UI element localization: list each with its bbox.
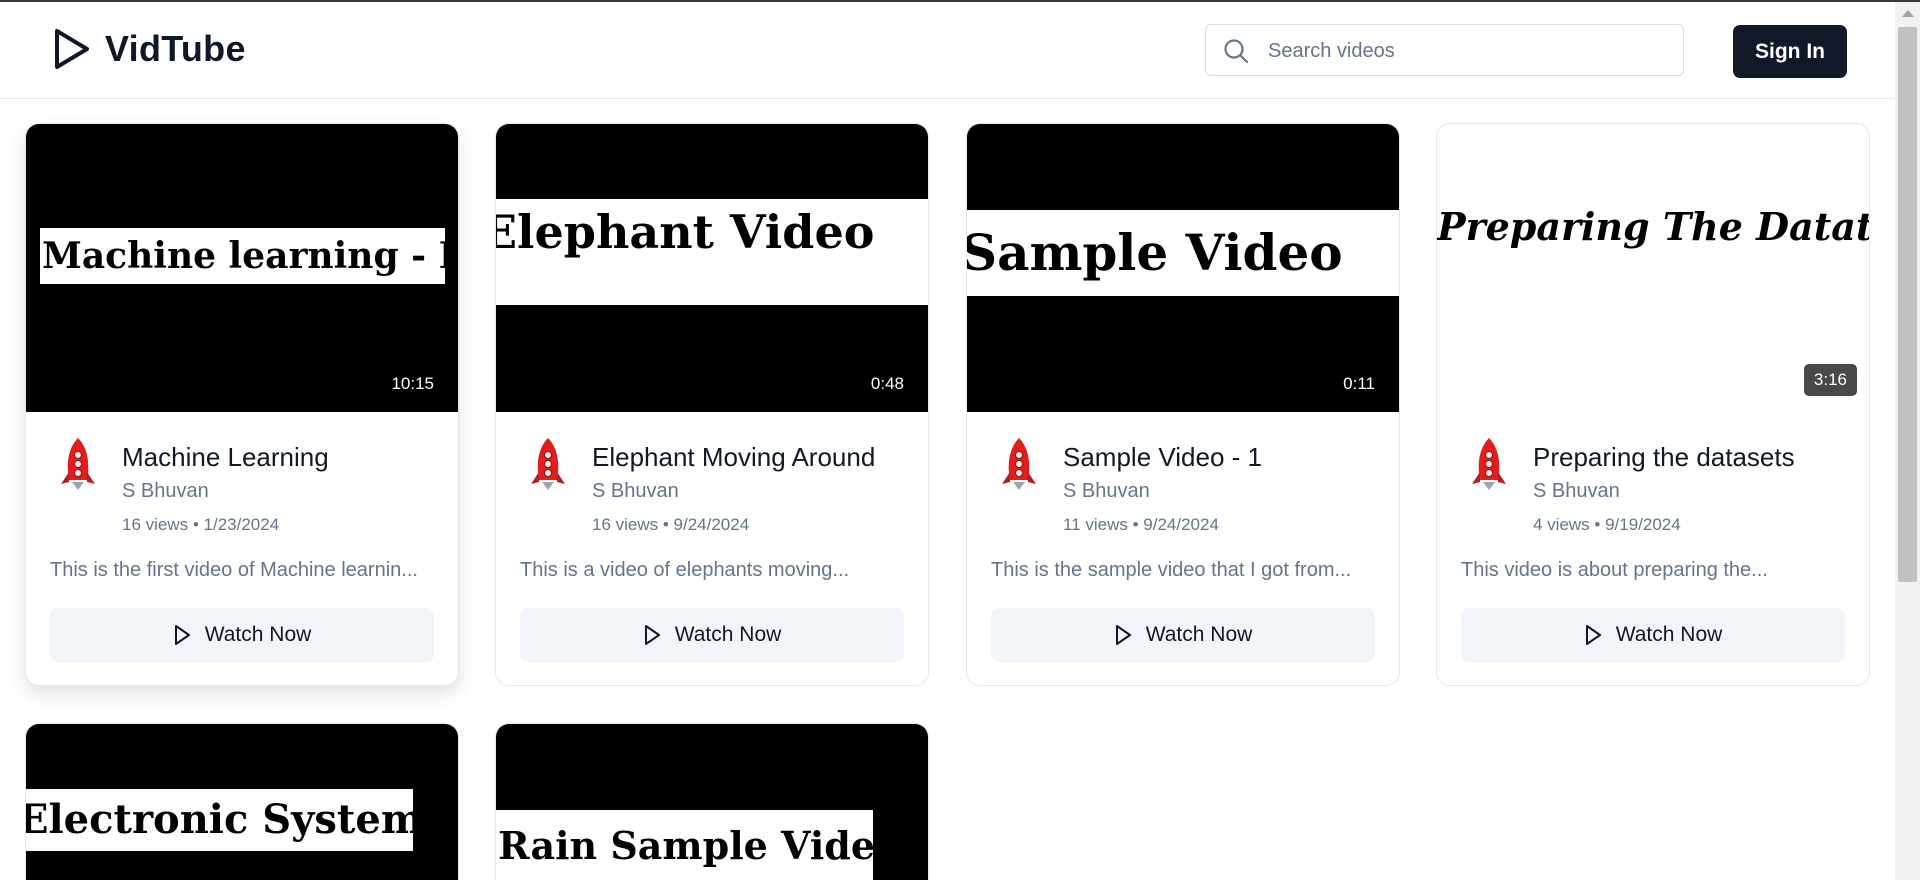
channel-name[interactable]: S Bhuvan — [1063, 480, 1150, 503]
video-description: This is the first video of Machine learn… — [50, 559, 418, 581]
rocket-avatar-icon — [61, 438, 95, 490]
rocket-avatar-icon — [1472, 438, 1506, 490]
play-icon — [644, 625, 660, 645]
video-meta: 11 views • 9/24/2024 — [1063, 515, 1219, 534]
video-card[interactable]: Preparing The Datatsets 3:16 Preparing t… — [1436, 123, 1870, 686]
channel-name[interactable]: S Bhuvan — [592, 480, 679, 503]
thumbnail-text: Machine learning - I — [40, 228, 445, 284]
video-title[interactable]: Preparing the datasets — [1533, 442, 1795, 473]
video-card[interactable]: Rain Sample Video — [495, 723, 929, 880]
play-icon — [1115, 625, 1131, 645]
scroll-up-arrow-icon[interactable] — [1902, 10, 1914, 17]
duration-badge: 0:11 — [1343, 374, 1375, 393]
watch-now-button[interactable]: Watch Now — [1461, 608, 1845, 662]
video-thumbnail[interactable]: Sample Video 0:11 — [967, 124, 1399, 412]
thumbnail-text: Rain Sample Video — [496, 810, 873, 880]
channel-name[interactable]: S Bhuvan — [122, 480, 209, 503]
duration-badge: 0:48 — [870, 374, 904, 393]
watch-now-label: Watch Now — [204, 623, 312, 646]
watch-now-label: Watch Now — [1145, 623, 1253, 646]
video-thumbnail[interactable]: Electronic System — [26, 724, 458, 880]
thumbnail-text: Preparing The Datatsets — [1437, 204, 1869, 249]
scroll-thumb[interactable] — [1898, 27, 1917, 582]
play-icon — [55, 29, 89, 69]
thumbnail-text: Sample Video — [967, 210, 1399, 296]
video-thumbnail[interactable]: Preparing The Datatsets 3:16 — [1437, 124, 1869, 412]
video-description: This video is about preparing the... — [1461, 559, 1768, 581]
thumbnail-text: Electronic System — [26, 789, 413, 851]
video-description: This is a video of elephants moving... — [520, 559, 850, 581]
scrollbar[interactable] — [1895, 2, 1920, 880]
duration-badge: 10:15 — [391, 374, 434, 393]
video-meta: 16 views • 1/23/2024 — [122, 515, 280, 534]
play-icon — [1585, 625, 1601, 645]
search-input[interactable] — [1266, 25, 1670, 77]
logo[interactable]: VidTube — [53, 28, 246, 70]
thumbnail-text: Elephant Video — [496, 199, 928, 305]
video-meta: 16 views • 9/24/2024 — [592, 515, 750, 534]
duration-badge: 3:16 — [1803, 364, 1857, 396]
top-navbar: VidTube Sign In — [0, 2, 1895, 99]
search-icon — [1224, 39, 1249, 64]
video-meta: 4 views • 9/19/2024 — [1533, 515, 1681, 534]
sign-in-button[interactable]: Sign In — [1733, 25, 1847, 78]
rocket-avatar-icon — [1002, 438, 1036, 490]
video-card[interactable]: Sample Video 0:11 Sample Video - 1 S Bhu… — [966, 123, 1400, 686]
watch-now-label: Watch Now — [674, 623, 782, 646]
channel-name[interactable]: S Bhuvan — [1533, 480, 1620, 503]
video-title[interactable]: Sample Video - 1 — [1063, 442, 1262, 473]
watch-now-label: Watch Now — [1615, 623, 1723, 646]
search-box[interactable] — [1205, 24, 1684, 77]
video-title[interactable]: Elephant Moving Around — [592, 442, 875, 473]
play-icon — [174, 625, 190, 645]
video-card[interactable]: Electronic System — [25, 723, 459, 880]
app-name: VidTube — [105, 28, 246, 69]
rocket-avatar-icon — [531, 438, 565, 490]
video-thumbnail[interactable]: Rain Sample Video — [496, 724, 928, 880]
video-description: This is the sample video that I got from… — [991, 559, 1352, 581]
video-title[interactable]: Machine Learning — [122, 442, 329, 473]
watch-now-button[interactable]: Watch Now — [50, 608, 434, 662]
video-card[interactable]: Elephant Video 0:48 Elephant Moving Arou… — [495, 123, 929, 686]
video-thumbnail[interactable]: Elephant Video 0:48 — [496, 124, 928, 412]
watch-now-button[interactable]: Watch Now — [991, 608, 1375, 662]
watch-now-button[interactable]: Watch Now — [520, 608, 904, 662]
video-card[interactable]: Machine learning - I 10:15 Machine Learn… — [25, 123, 459, 686]
video-thumbnail[interactable]: Machine learning - I 10:15 — [26, 124, 458, 412]
